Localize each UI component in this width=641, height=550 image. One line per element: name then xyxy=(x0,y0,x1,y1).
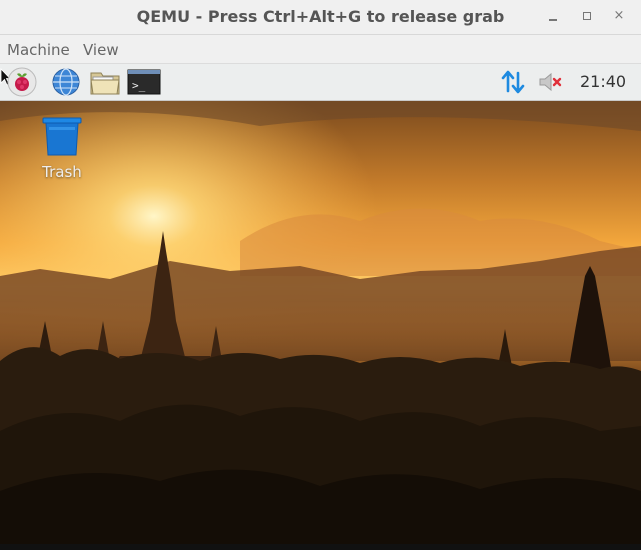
terminal-prompt-glyph: >_ xyxy=(132,79,146,92)
clock[interactable]: 21:40 xyxy=(580,72,626,91)
file-manager-icon xyxy=(90,72,120,95)
network-arrows-icon[interactable] xyxy=(500,69,526,95)
window-title: QEMU - Press Ctrl+Alt+G to release grab xyxy=(136,7,505,26)
wallpaper xyxy=(0,101,641,544)
trash-label: Trash xyxy=(42,163,82,181)
minimize-button[interactable] xyxy=(546,9,560,23)
file-manager-button[interactable] xyxy=(89,67,121,97)
window-bottom-edge xyxy=(0,544,641,550)
terminal-button[interactable]: >_ xyxy=(127,67,161,97)
desktop[interactable]: Trash xyxy=(0,101,641,544)
raspberry-pi-menu-icon xyxy=(7,67,37,97)
trash-icon xyxy=(42,117,82,156)
web-browser-icon xyxy=(52,68,80,96)
desktop-icon-trash[interactable]: Trash xyxy=(34,115,90,181)
minimize-icon xyxy=(549,19,557,21)
terminal-icon: >_ xyxy=(127,69,161,95)
taskbar-panel: >_ 21:40 xyxy=(0,64,641,101)
volume-muted-icon[interactable] xyxy=(538,70,564,94)
maximize-button[interactable] xyxy=(580,9,594,23)
menu-machine[interactable]: Machine xyxy=(7,41,70,59)
raspberry-pi-menu-button[interactable] xyxy=(6,67,38,97)
menu-bar: Machine View xyxy=(0,35,641,64)
maximize-icon xyxy=(583,12,591,20)
close-button[interactable]: × xyxy=(612,9,626,23)
window-titlebar[interactable]: QEMU - Press Ctrl+Alt+G to release grab … xyxy=(0,0,641,35)
web-browser-button[interactable] xyxy=(50,67,82,97)
close-icon: × xyxy=(613,8,625,23)
menu-view[interactable]: View xyxy=(83,41,119,59)
